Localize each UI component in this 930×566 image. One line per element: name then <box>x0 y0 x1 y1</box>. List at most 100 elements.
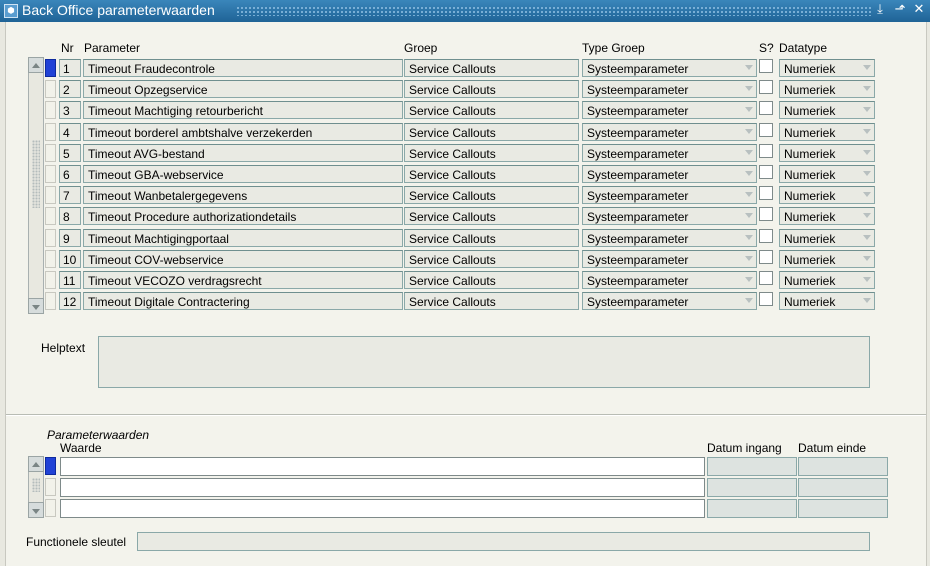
groep-cell[interactable]: Service Callouts <box>404 207 579 225</box>
record-indicator[interactable] <box>45 144 56 162</box>
record-indicator[interactable] <box>45 478 56 496</box>
maximize-icon[interactable]: ⬏ <box>892 1 908 19</box>
functionele-sleutel-field[interactable] <box>137 532 870 551</box>
parameter-cell[interactable]: Timeout Opzegservice <box>83 80 403 98</box>
datatype-select[interactable]: Numeriek <box>779 144 875 162</box>
record-indicator[interactable] <box>45 165 56 183</box>
record-indicator[interactable] <box>45 250 56 268</box>
record-indicator[interactable] <box>45 123 56 141</box>
record-indicator[interactable] <box>45 271 56 289</box>
s-checkbox[interactable] <box>759 123 773 137</box>
nr-cell[interactable]: 8 <box>59 207 81 225</box>
datum-ingang-field[interactable] <box>707 499 797 518</box>
datatype-select[interactable]: Numeriek <box>779 207 875 225</box>
nr-cell[interactable]: 4 <box>59 123 81 141</box>
groep-cell[interactable]: Service Callouts <box>404 123 579 141</box>
datum-ingang-field[interactable] <box>707 478 797 497</box>
datatype-select[interactable]: Numeriek <box>779 292 875 310</box>
type-groep-select[interactable]: Systeemparameter <box>582 144 757 162</box>
type-groep-select[interactable]: Systeemparameter <box>582 80 757 98</box>
groep-cell[interactable]: Service Callouts <box>404 292 579 310</box>
parameter-cell[interactable]: Timeout Fraudecontrole <box>83 59 403 77</box>
nr-cell[interactable]: 3 <box>59 101 81 119</box>
s-checkbox[interactable] <box>759 59 773 73</box>
nr-cell[interactable]: 12 <box>59 292 81 310</box>
waarde-scroll-down-button[interactable] <box>28 502 44 518</box>
datatype-select[interactable]: Numeriek <box>779 80 875 98</box>
nr-cell[interactable]: 1 <box>59 59 81 77</box>
parameter-cell[interactable]: Timeout Procedure authorizationdetails <box>83 207 403 225</box>
restore-icon[interactable]: ⤓ <box>872 1 888 19</box>
type-groep-select[interactable]: Systeemparameter <box>582 229 757 247</box>
record-indicator[interactable] <box>45 80 56 98</box>
scroll-down-button[interactable] <box>28 298 44 314</box>
record-indicator[interactable] <box>45 292 56 310</box>
scroll-up-button[interactable] <box>28 57 44 73</box>
type-groep-select[interactable]: Systeemparameter <box>582 207 757 225</box>
helptext-field[interactable] <box>98 336 870 388</box>
waarde-input[interactable] <box>60 499 705 518</box>
s-checkbox[interactable] <box>759 271 773 285</box>
type-groep-select[interactable]: Systeemparameter <box>582 59 757 77</box>
groep-cell[interactable]: Service Callouts <box>404 80 579 98</box>
type-groep-select[interactable]: Systeemparameter <box>582 123 757 141</box>
s-checkbox[interactable] <box>759 80 773 94</box>
datatype-select[interactable]: Numeriek <box>779 250 875 268</box>
datum-einde-field[interactable] <box>798 457 888 476</box>
s-checkbox[interactable] <box>759 207 773 221</box>
close-icon[interactable]: ✕ <box>911 1 927 19</box>
record-indicator[interactable] <box>45 186 56 204</box>
datatype-select[interactable]: Numeriek <box>779 59 875 77</box>
groep-cell[interactable]: Service Callouts <box>404 101 579 119</box>
s-checkbox[interactable] <box>759 186 773 200</box>
parameter-cell[interactable]: Timeout VECOZO verdragsrecht <box>83 271 403 289</box>
datum-ingang-field[interactable] <box>707 457 797 476</box>
groep-cell[interactable]: Service Callouts <box>404 250 579 268</box>
datum-einde-field[interactable] <box>798 478 888 497</box>
parameter-cell[interactable]: Timeout Digitale Contractering <box>83 292 403 310</box>
datatype-select[interactable]: Numeriek <box>779 123 875 141</box>
nr-cell[interactable]: 7 <box>59 186 81 204</box>
datatype-select[interactable]: Numeriek <box>779 271 875 289</box>
record-indicator[interactable] <box>45 207 56 225</box>
type-groep-select[interactable]: Systeemparameter <box>582 186 757 204</box>
parameter-cell[interactable]: Timeout borderel ambtshalve verzekerden <box>83 123 403 141</box>
s-checkbox[interactable] <box>759 101 773 115</box>
waarde-input[interactable] <box>60 457 705 476</box>
type-groep-select[interactable]: Systeemparameter <box>582 101 757 119</box>
datatype-select[interactable]: Numeriek <box>779 186 875 204</box>
datatype-select[interactable]: Numeriek <box>779 229 875 247</box>
groep-cell[interactable]: Service Callouts <box>404 59 579 77</box>
type-groep-select[interactable]: Systeemparameter <box>582 292 757 310</box>
nr-cell[interactable]: 10 <box>59 250 81 268</box>
parameter-cell[interactable]: Timeout Machtiging retourbericht <box>83 101 403 119</box>
nr-cell[interactable]: 5 <box>59 144 81 162</box>
groep-cell[interactable]: Service Callouts <box>404 144 579 162</box>
type-groep-select[interactable]: Systeemparameter <box>582 250 757 268</box>
nr-cell[interactable]: 6 <box>59 165 81 183</box>
groep-cell[interactable]: Service Callouts <box>404 229 579 247</box>
parameter-cell[interactable]: Timeout GBA-webservice <box>83 165 403 183</box>
s-checkbox[interactable] <box>759 250 773 264</box>
s-checkbox[interactable] <box>759 292 773 306</box>
record-indicator[interactable] <box>45 499 56 517</box>
nr-cell[interactable]: 11 <box>59 271 81 289</box>
parameter-cell[interactable]: Timeout Machtigingportaal <box>83 229 403 247</box>
datatype-select[interactable]: Numeriek <box>779 165 875 183</box>
record-indicator[interactable] <box>45 101 56 119</box>
datum-einde-field[interactable] <box>798 499 888 518</box>
scroll-thumb[interactable] <box>32 140 40 208</box>
waarde-scroll-up-button[interactable] <box>28 456 44 472</box>
groep-cell[interactable]: Service Callouts <box>404 186 579 204</box>
parameter-cell[interactable]: Timeout Wanbetalergegevens <box>83 186 403 204</box>
nr-cell[interactable]: 9 <box>59 229 81 247</box>
record-indicator[interactable] <box>45 59 56 77</box>
record-indicator[interactable] <box>45 229 56 247</box>
datatype-select[interactable]: Numeriek <box>779 101 875 119</box>
waarde-input[interactable] <box>60 478 705 497</box>
s-checkbox[interactable] <box>759 144 773 158</box>
type-groep-select[interactable]: Systeemparameter <box>582 165 757 183</box>
s-checkbox[interactable] <box>759 165 773 179</box>
parameter-cell[interactable]: Timeout COV-webservice <box>83 250 403 268</box>
waarde-scroll-thumb[interactable] <box>32 478 40 492</box>
